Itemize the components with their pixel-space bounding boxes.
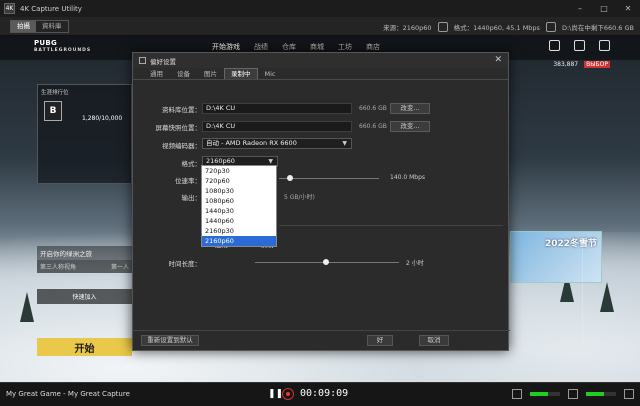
settings-gear-icon[interactable] [437, 21, 448, 32]
bitrate-label: 位速率： [175, 177, 201, 185]
app-logo-icon: 4K [4, 3, 15, 14]
tab-devices[interactable]: 设备 [170, 68, 197, 79]
preferences-icon [139, 57, 146, 64]
quick-join-button[interactable]: 快速加入 [37, 289, 132, 304]
rank-points: 1,280/10,000 [82, 115, 123, 122]
library-free-space: 660.6 GB [359, 105, 387, 112]
career-panel: 生涯排行位 B 1,280/10,000 [37, 84, 132, 184]
screenshot-location-field[interactable]: D:\4K CU [202, 121, 352, 132]
mode-capture-tab[interactable]: 拍攝 [11, 20, 36, 32]
capture-bar: My Great Game - My Great Capture ❚❚ 00:0… [0, 382, 640, 406]
mode-fpp[interactable]: 第一人 [111, 262, 129, 271]
window-title: 4K Capture Utility [20, 4, 82, 13]
chevron-down-icon: ▼ [342, 140, 347, 147]
right-divider [582, 236, 596, 346]
format-dropdown-list: 720p30 720p60 1080p30 1080p60 1440p30 14… [201, 165, 277, 247]
duration-value: 2 小时 [406, 260, 424, 267]
format-option[interactable]: 2160p30 [202, 226, 276, 236]
dialog-titlebar: 偏好设置 [133, 53, 508, 68]
format-option[interactable]: 1080p30 [202, 186, 276, 196]
screenshot-change-button[interactable]: 改变... [390, 121, 430, 132]
tree-icon [600, 282, 614, 312]
tab-pictures[interactable]: 图片 [197, 68, 224, 79]
output-value: 5 GB/小时) [284, 194, 315, 201]
library-location-label: 资料库位置： [162, 106, 201, 114]
mode-subtitle: 开启你的绿洲之旅 [37, 246, 132, 260]
recording-timer: 00:09:09 [300, 388, 349, 399]
mic-icon[interactable] [512, 389, 522, 399]
encoder-select[interactable]: 自动 - AMD Radeon RX 6600 ▼ [202, 138, 352, 149]
pause-icon[interactable]: ❚❚ [268, 389, 283, 399]
cancel-button[interactable]: 取消 [419, 335, 449, 346]
bitrate-slider-thumb[interactable] [287, 175, 293, 181]
format-option[interactable]: 1440p60 [202, 216, 276, 226]
mode-switch: 拍攝 資料庫 [10, 19, 69, 33]
bitrate-slider-track[interactable] [279, 178, 379, 179]
start-button[interactable]: 开始 [37, 338, 132, 356]
minimize-icon[interactable]: – [568, 0, 592, 17]
dialog-close-icon[interactable]: ✕ [494, 55, 502, 65]
duration-slider-thumb[interactable] [323, 259, 329, 265]
volume-meter[interactable] [586, 392, 616, 396]
format-option[interactable]: 1080p60 [202, 196, 276, 206]
screenshot-free-space: 660.6 GB [359, 123, 387, 130]
divider [279, 225, 503, 226]
format-status: 格式：1440p60, 45.1 Mbps [453, 23, 540, 32]
rank-badge: B [44, 101, 62, 121]
gift-icon[interactable] [574, 40, 585, 51]
library-change-button[interactable]: 改变... [390, 103, 430, 114]
encoder-label: 视频编码器： [162, 142, 201, 150]
capture-name[interactable]: My Great Game - My Great Capture [6, 390, 130, 398]
dialog-title: 偏好设置 [150, 57, 176, 66]
format-settings-icon[interactable] [545, 21, 556, 32]
title-bar: 4K 4K Capture Utility – □ ✕ [0, 0, 640, 17]
format-value: 2160p60 [206, 157, 235, 165]
reset-defaults-button[interactable]: 重新设置到默认 [141, 335, 199, 346]
tab-mic[interactable]: Mic [258, 68, 283, 79]
speaker-icon[interactable] [568, 389, 578, 399]
pubg-logo: PUBG BATTLEGROUNDS [34, 39, 92, 54]
format-option[interactable]: 1440p30 [202, 206, 276, 216]
tab-recording[interactable]: 录制中 [224, 68, 258, 79]
format-label: 格式： [181, 160, 202, 168]
format-option-selected[interactable]: 2160p60 [202, 236, 276, 246]
mode-tpp[interactable]: 第三人称视角 [40, 262, 76, 271]
mode-selector: 开启你的绿洲之旅 第三人称视角 第一人 快速加入 [37, 246, 132, 304]
tab-general[interactable]: 通用 [143, 68, 170, 79]
format-option[interactable]: 720p30 [202, 166, 276, 176]
source-status: 来源：2160p60 [383, 23, 432, 32]
mail-icon[interactable] [549, 40, 560, 51]
output-label: 输出： [181, 194, 202, 202]
close-icon[interactable]: ✕ [616, 0, 640, 17]
disk-status: D:\尚在中剩下660.6 GB [561, 23, 634, 32]
screenshot-location-label: 屏幕快照位置： [155, 124, 202, 132]
encoder-value: 自动 - AMD Radeon RX 6600 [206, 139, 297, 147]
dialog-footer: 重新设置到默认 好 取消 [133, 330, 510, 350]
record-icon[interactable] [282, 388, 294, 400]
preferences-dialog: 偏好设置 ✕ 通用 设备 图片 录制中 Mic 资料库位置： D:\4K CU … [132, 52, 510, 351]
mode-library-tab[interactable]: 資料庫 [36, 21, 68, 32]
bitrate-value: 140.0 Mbps [390, 174, 426, 181]
career-title: 生涯排行位 [41, 90, 69, 96]
status-area: 来源：2160p60 格式：1440p60, 45.1 Mbps D:\尚在中剩… [383, 17, 634, 36]
format-option[interactable]: 720p60 [202, 176, 276, 186]
ok-button[interactable]: 好 [367, 335, 393, 346]
dialog-tabs: 通用 设备 图片 录制中 Mic [133, 68, 508, 80]
currency-stats: 383,887 ВЫБОР [553, 61, 610, 68]
toolbar: 拍攝 資料庫 来源：2160p60 格式：1440p60, 45.1 Mbps … [0, 17, 640, 36]
gear-icon[interactable] [599, 40, 610, 51]
maximize-icon[interactable]: □ [592, 0, 616, 17]
tree-icon [20, 292, 34, 322]
fullscreen-icon[interactable] [624, 389, 634, 399]
library-location-field[interactable]: D:\4K CU [202, 103, 352, 114]
audio-level-meter [530, 392, 560, 396]
duration-label: 时间长度： [168, 260, 202, 268]
